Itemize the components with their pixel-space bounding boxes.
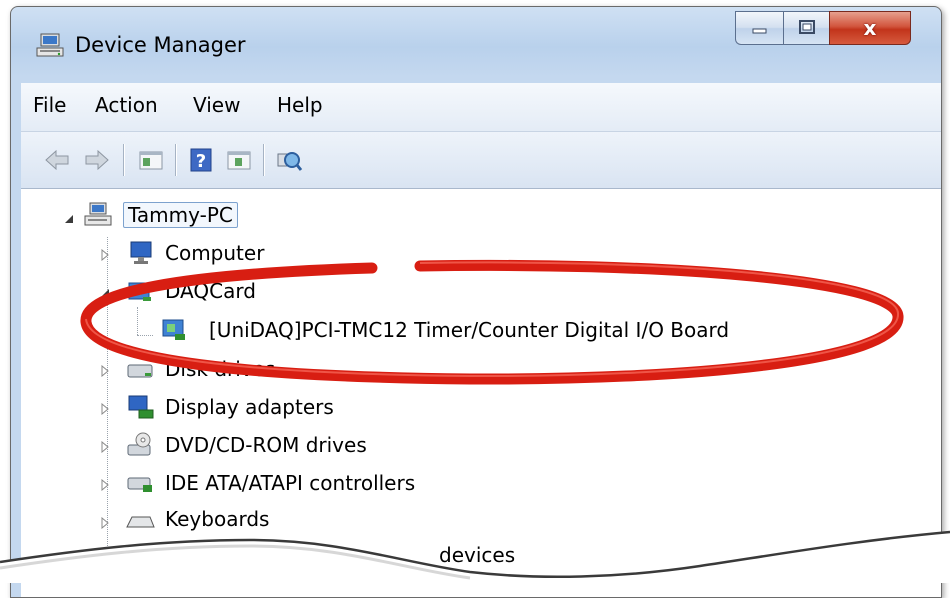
title-bar[interactable]: Device Manager x — [11, 7, 941, 83]
computer-network-icon — [84, 202, 112, 226]
tree-item-unidaq-board[interactable]: [UniDAQ]PCI-TMC12 Timer/Counter Digital … — [209, 318, 729, 342]
expand-arrow-icon[interactable] — [99, 403, 111, 415]
caption-buttons: x — [735, 11, 911, 45]
tree-item-disk-drives[interactable]: Disk drives — [165, 357, 275, 381]
collapse-arrow-icon[interactable] — [99, 287, 111, 299]
back-arrow-icon[interactable] — [43, 146, 71, 174]
tree-connector — [137, 335, 153, 336]
monitor-icon — [130, 241, 152, 264]
toolbar-separator — [263, 144, 264, 176]
toolbar: ? — [21, 132, 941, 189]
tree-item-dvd-drives[interactable]: DVD/CD-ROM drives — [165, 433, 367, 457]
toolbar-separator — [123, 144, 124, 176]
expand-arrow-icon[interactable] — [99, 249, 111, 261]
expand-arrow-icon[interactable] — [99, 441, 111, 453]
maximize-icon — [798, 20, 815, 34]
tree-item-display-adapters[interactable]: Display adapters — [165, 395, 334, 419]
expand-arrow-icon[interactable] — [99, 365, 111, 377]
tree-connector — [137, 307, 138, 335]
daq-board-icon — [162, 319, 185, 340]
menu-bar: File Action View Help — [21, 83, 941, 132]
torn-edge — [0, 530, 950, 583]
menu-file[interactable]: File — [33, 93, 66, 117]
tree-root-label[interactable]: Tammy-PC — [123, 202, 238, 228]
close-button[interactable]: x — [829, 11, 911, 45]
collapse-arrow-icon[interactable] — [63, 213, 75, 225]
window-title: Device Manager — [75, 33, 246, 57]
minimize-icon — [752, 28, 766, 34]
device-manager-icon — [36, 33, 64, 57]
display-adapter-icon — [128, 395, 154, 419]
forward-arrow-icon[interactable] — [83, 146, 111, 174]
console-tree-icon[interactable] — [137, 146, 165, 174]
svg-text:?: ? — [196, 151, 206, 172]
scan-hardware-icon[interactable] — [275, 146, 303, 174]
menu-action[interactable]: Action — [95, 93, 158, 117]
toolbar-separator — [175, 144, 176, 176]
disk-drive-icon — [127, 364, 153, 378]
close-icon: x — [863, 16, 877, 40]
menu-help[interactable]: Help — [277, 93, 323, 117]
tree-item-computer[interactable]: Computer — [165, 241, 264, 265]
minimize-button[interactable] — [735, 11, 783, 45]
daq-card-icon — [128, 282, 151, 301]
tree-item-daqcard[interactable]: DAQCard — [165, 279, 256, 303]
maximize-button[interactable] — [783, 11, 829, 45]
help-icon[interactable]: ? — [187, 146, 215, 174]
dvd-drive-icon — [127, 432, 151, 456]
action-pane-icon[interactable] — [225, 146, 253, 174]
menu-view[interactable]: View — [193, 93, 240, 117]
